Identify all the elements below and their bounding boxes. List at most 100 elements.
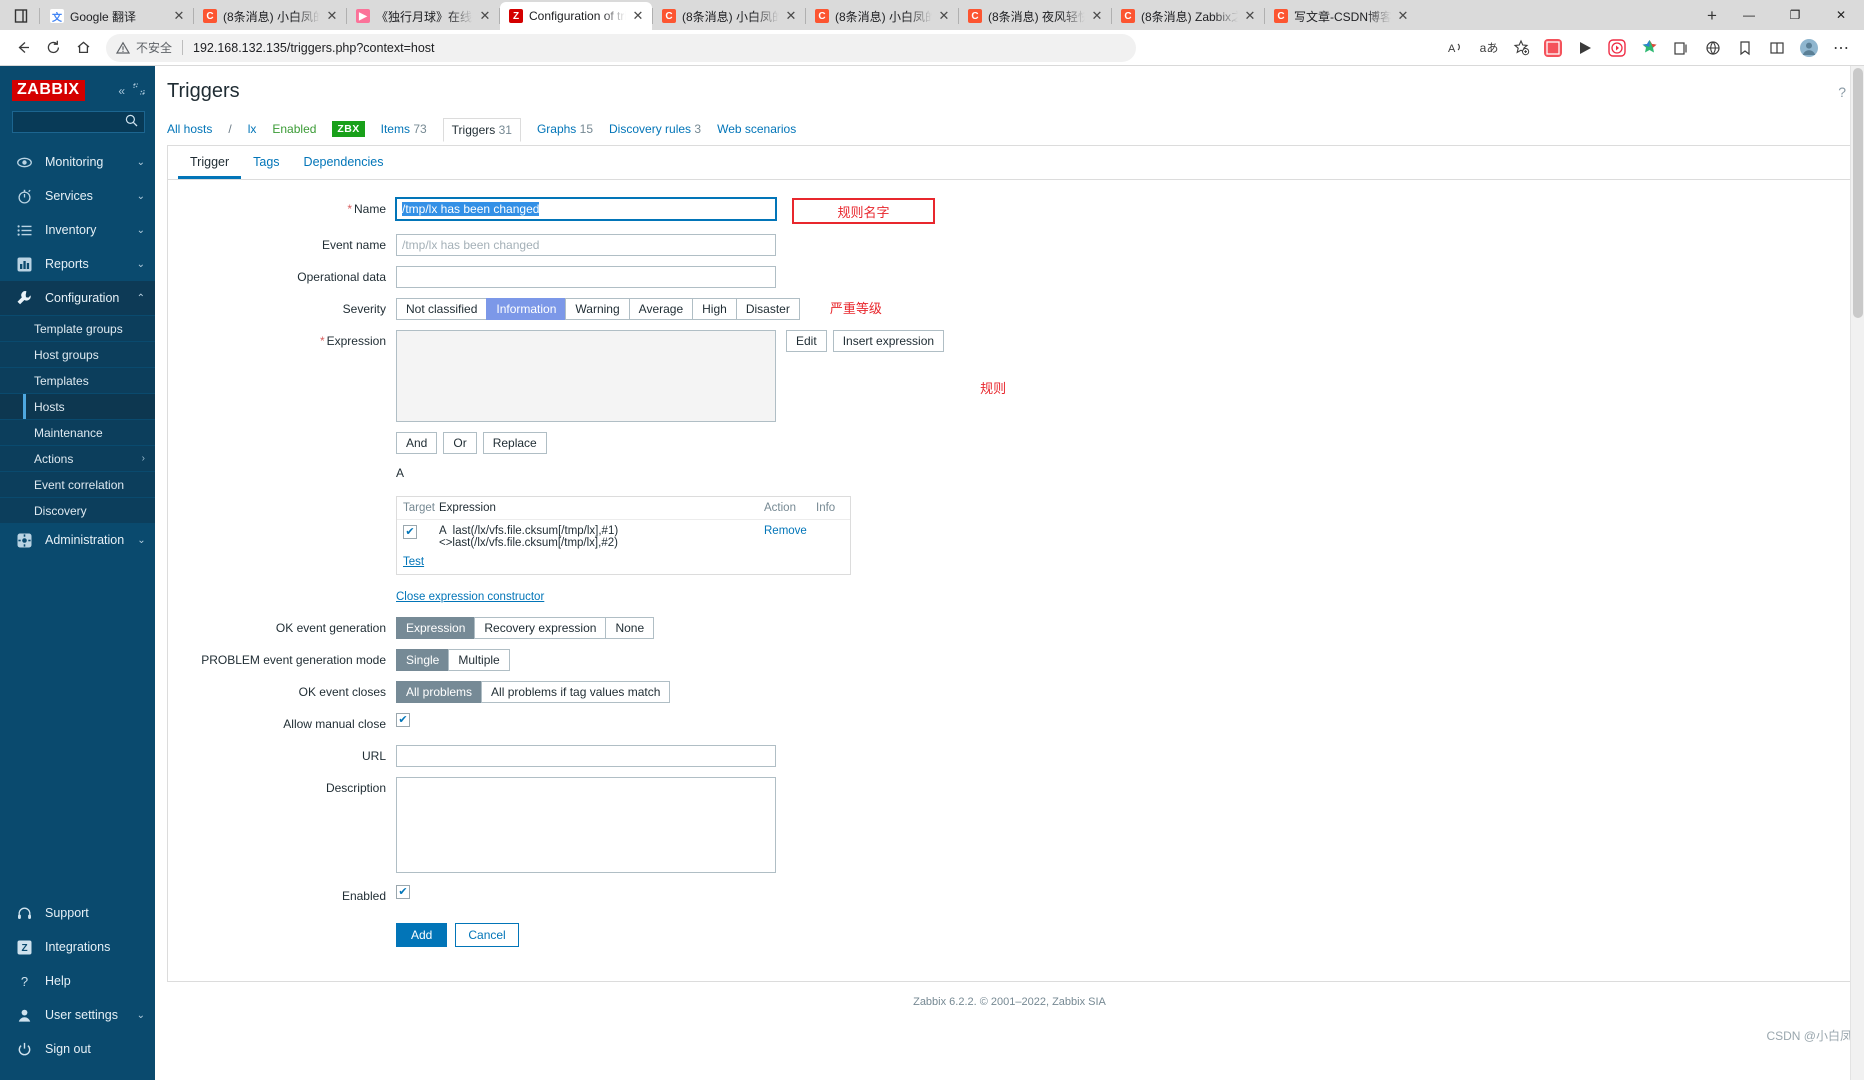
severity-option-high[interactable]: High [692,298,736,320]
refresh-icon[interactable] [38,33,68,63]
split-screen-icon[interactable] [1762,33,1792,63]
search-icon[interactable] [125,114,138,130]
browser-tab[interactable]: C (8条消息) Zabbix之ag ✕ [1112,2,1264,30]
sidebar-bottom-item-help[interactable]: ? Help [0,964,155,998]
problem-event-mode-selector[interactable]: Single Multiple [396,649,510,671]
tab-close-icon[interactable]: ✕ [1395,8,1411,24]
sidebar-bottom-item-sign-out[interactable]: Sign out [0,1032,155,1066]
browser-tab[interactable]: ▶ 《独行月球》在线播 ✕ [347,2,499,30]
zabbix-logo[interactable]: ZABBIX [12,80,85,102]
close-window-button[interactable]: ✕ [1818,0,1864,30]
browser-tab[interactable]: C (8条消息) 小白凤的推 ✕ [806,2,958,30]
breadcrumb-all-hosts[interactable]: All hosts [167,122,212,136]
browser-tab[interactable]: C (8条消息) 小白凤的推 ✕ [653,2,805,30]
sidebar-bottom-item-user-settings[interactable]: User settings ⌄ [0,998,155,1032]
collections-icon[interactable] [1666,33,1696,63]
allow-manual-close-checkbox[interactable]: ✔ [396,713,410,727]
tab-close-icon[interactable]: ✕ [783,8,799,24]
sidebar-subitem-templates[interactable]: Templates [0,367,155,393]
problem-mode-option-single[interactable]: Single [396,649,449,671]
tab-close-icon[interactable]: ✕ [324,8,340,24]
insert-expression-button[interactable]: Insert expression [832,330,945,352]
host-status[interactable]: Enabled [272,122,316,136]
breadcrumb-link-triggers[interactable]: Triggers 31 [442,117,521,142]
operational-data-input[interactable] [396,266,776,288]
sidebar-subitem-template-groups[interactable]: Template groups [0,315,155,341]
link-label[interactable]: Web scenarios [717,122,796,136]
extension-puzzle-icon[interactable] [1634,33,1664,63]
sidebar-search-input[interactable] [12,111,145,134]
breadcrumb-host[interactable]: lx [248,122,257,136]
link-label[interactable]: Items [381,122,410,136]
extension-circle-p-icon[interactable] [1602,33,1632,63]
severity-option-disaster[interactable]: Disaster [735,298,800,320]
extension-play-icon[interactable] [1570,33,1600,63]
sidebar-hide-icon[interactable] [133,83,145,98]
sidebar-item-services[interactable]: Services ⌄ [0,179,155,213]
extension-red-square-icon[interactable] [1538,33,1568,63]
tab-close-icon[interactable]: ✕ [171,8,187,24]
security-indicator[interactable]: 不安全 [116,39,172,56]
tab-actions-button[interactable] [4,2,38,30]
remove-expression-link[interactable]: Remove [764,525,807,537]
scrollbar-thumb[interactable] [1853,68,1863,318]
tab-close-icon[interactable]: ✕ [630,8,646,24]
browser-tab[interactable]: C (8条消息) 小白凤的推 ✕ [194,2,346,30]
browser-tab[interactable]: C 写文章-CSDN博客 ✕ [1265,2,1417,30]
ok-event-closes-option-all-problems[interactable]: All problems [396,681,482,703]
expression-or-button[interactable]: Or [443,432,477,454]
back-icon[interactable] [8,33,38,63]
expression-replace-button[interactable]: Replace [482,432,547,454]
sidebar-subitem-actions[interactable]: › Actions [0,445,155,471]
tab-close-icon[interactable]: ✕ [477,8,493,24]
sidebar-subitem-host-groups[interactable]: Host groups [0,341,155,367]
sidebar-item-reports[interactable]: Reports ⌄ [0,247,155,281]
sidebar-subitem-hosts[interactable]: Hosts [0,393,155,420]
severity-option-information[interactable]: Information [486,298,566,320]
ok-event-closes-option-all-problems-if-tag-values-match[interactable]: All problems if tag values match [481,681,671,703]
browser-tab[interactable]: 文 Google 翻译 ✕ [41,2,193,30]
browser-tab[interactable]: Z Configuration of trig ✕ [500,2,652,30]
add-button[interactable]: Add [396,923,448,947]
sidebar-subitem-maintenance[interactable]: Maintenance [0,419,155,445]
expression-textarea[interactable] [396,330,776,422]
sidebar-collapse-icon[interactable]: « [118,84,125,98]
sidebar-item-administration[interactable]: Administration ⌄ [0,523,155,557]
breadcrumb-link-discovery-rules[interactable]: Discovery rules 3 [609,122,701,136]
close-expression-constructor-link[interactable]: Close expression constructor [396,591,544,603]
sidebar-item-inventory[interactable]: Inventory ⌄ [0,213,155,247]
sidebar-bottom-item-support[interactable]: Support [0,896,155,930]
minimize-button[interactable]: — [1726,0,1772,30]
address-bar[interactable]: 不安全 192.168.132.135/triggers.php?context… [106,33,1136,62]
url-input[interactable] [396,745,776,767]
browser-tab[interactable]: C (8条消息) 夜风轻快的 ✕ [959,2,1111,30]
more-options-icon[interactable]: ⋯ [1826,33,1856,63]
expression-and-button[interactable]: And [396,432,438,454]
tab-tags[interactable]: Tags [241,146,291,179]
sidebar-item-monitoring[interactable]: Monitoring ⌄ [0,145,155,179]
link-label[interactable]: Discovery rules [609,122,691,136]
description-textarea[interactable] [396,777,776,873]
expression-row-checkbox[interactable]: ✔ [403,525,417,539]
ok-event-generation-option-none[interactable]: None [605,617,655,639]
add-favorite-icon[interactable] [1506,33,1536,63]
severity-selector[interactable]: Not classified Information Warning Average H… [396,298,800,320]
severity-option-not-classified[interactable]: Not classified [396,298,487,320]
event-name-input[interactable]: /tmp/lx has been changed [396,234,776,256]
breadcrumb-link-graphs[interactable]: Graphs 15 [537,122,593,136]
expression-edit-button[interactable]: Edit [786,330,827,352]
breadcrumb-link-web-scenarios[interactable]: Web scenarios [717,122,796,136]
translate-icon[interactable]: aあ [1474,33,1504,63]
sidebar-subitem-event-correlation[interactable]: Event correlation [0,471,155,497]
read-aloud-icon[interactable]: A [1442,33,1472,63]
new-tab-button[interactable]: + [1698,2,1726,30]
problem-mode-option-multiple[interactable]: Multiple [448,649,510,671]
ok-event-generation-selector[interactable]: Expression Recovery expression None [396,617,655,639]
tab-trigger[interactable]: Trigger [178,146,242,179]
sidebar-item-configuration[interactable]: Configuration ⌃ [0,281,155,316]
tab-close-icon[interactable]: ✕ [1242,8,1258,24]
ok-event-generation-option-expression[interactable]: Expression [396,617,475,639]
tab-close-icon[interactable]: ✕ [936,8,952,24]
name-input[interactable]: /tmp/lx has been changed [395,197,777,221]
ok-event-closes-selector[interactable]: All problems All problems if tag values m… [396,681,671,703]
